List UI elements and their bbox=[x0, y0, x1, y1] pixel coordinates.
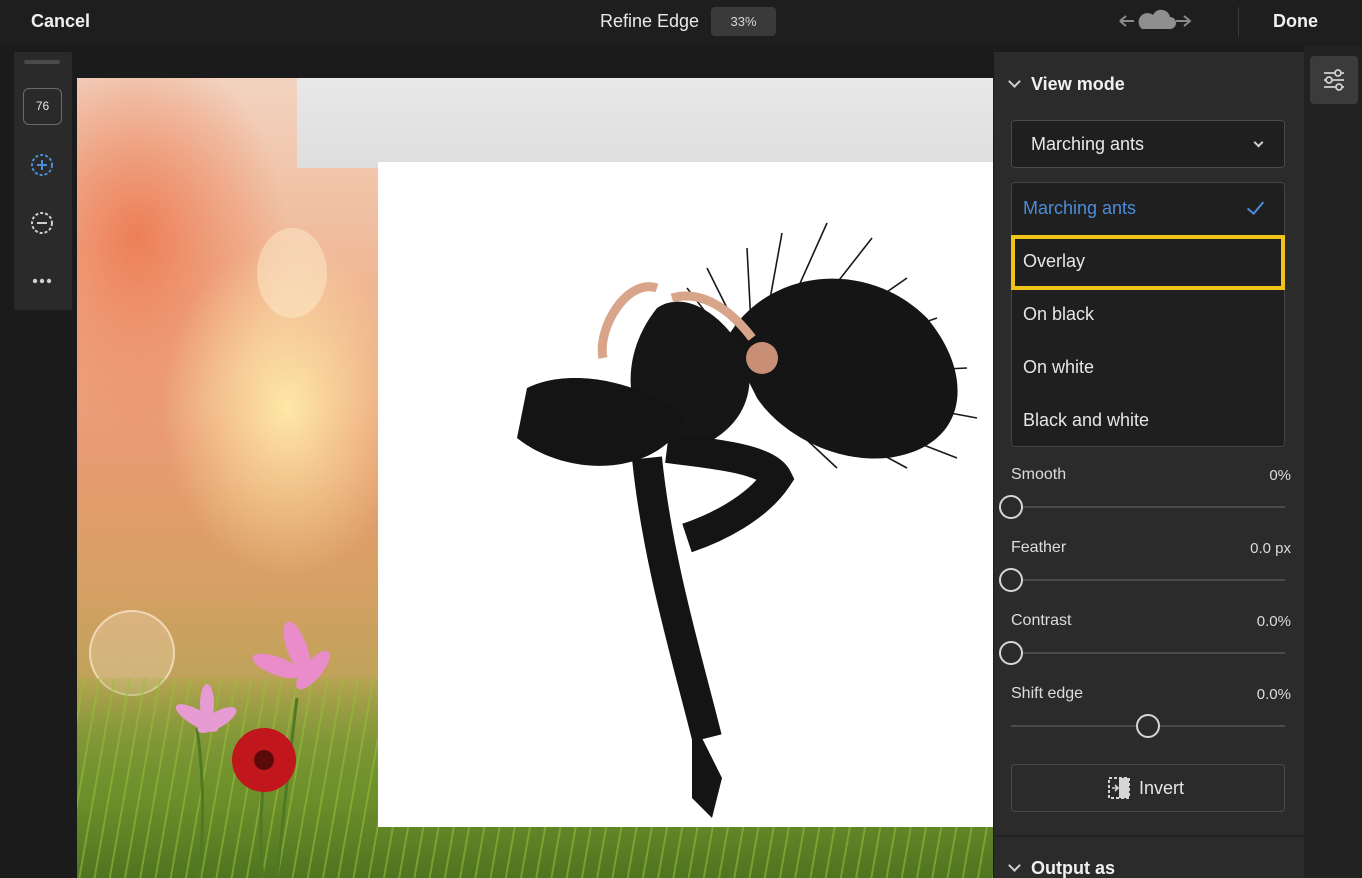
bokeh-light bbox=[257, 228, 327, 318]
menu-item-black-and-white[interactable]: Black and white bbox=[1012, 395, 1284, 448]
smooth-label: Smooth bbox=[1011, 466, 1067, 483]
menu-item-label: On black bbox=[1023, 304, 1095, 324]
shift-edge-slider-thumb[interactable] bbox=[1136, 714, 1160, 738]
chevron-down-icon bbox=[1008, 75, 1021, 88]
feather-slider-thumb[interactable] bbox=[999, 568, 1023, 592]
top-bar-divider bbox=[1238, 7, 1239, 37]
tool-rail: 76 bbox=[14, 52, 72, 310]
feather-value: 0.0 px bbox=[1250, 540, 1291, 557]
view-mode-selected: Marching ants bbox=[1031, 134, 1145, 154]
invert-button[interactable]: Invert bbox=[1011, 764, 1285, 812]
invert-icon bbox=[1108, 777, 1130, 799]
invert-label: Invert bbox=[1139, 777, 1185, 798]
smooth-value: 0% bbox=[1269, 467, 1291, 484]
menu-item-overlay[interactable]: Overlay bbox=[1011, 235, 1285, 290]
contrast-slider-thumb[interactable] bbox=[999, 641, 1023, 665]
adjustments-button[interactable] bbox=[1310, 56, 1358, 104]
menu-item-label: Marching ants bbox=[1023, 198, 1137, 218]
menu-item-on-black[interactable]: On black bbox=[1012, 289, 1284, 342]
menu-item-label: On white bbox=[1023, 357, 1095, 377]
dancer-subject bbox=[517, 222, 978, 818]
refine-edge-panel: View mode Marching ants Marching ants Ov… bbox=[994, 52, 1304, 878]
shift-edge-label: Shift edge bbox=[1011, 685, 1084, 702]
zoom-level-badge[interactable]: 33% bbox=[711, 7, 776, 36]
menu-item-label: Overlay bbox=[1023, 251, 1086, 271]
cancel-button[interactable]: Cancel bbox=[31, 11, 90, 32]
shift-edge-slider[interactable] bbox=[1011, 714, 1285, 738]
shift-edge-value: 0.0% bbox=[1256, 686, 1291, 703]
view-mode-menu: Marching ants Overlay On black On white … bbox=[1011, 182, 1285, 447]
view-mode-heading: View mode bbox=[1031, 74, 1125, 94]
menu-item-marching-ants[interactable]: Marching ants bbox=[1012, 183, 1284, 236]
rail-drag-handle[interactable] bbox=[24, 60, 60, 64]
feather-slider[interactable] bbox=[999, 568, 1285, 592]
top-bar: Cancel Refine Edge 33% Done bbox=[0, 0, 1362, 46]
smooth-slider[interactable] bbox=[999, 495, 1285, 519]
chevron-down-icon bbox=[1008, 859, 1021, 872]
feather-label: Feather bbox=[1011, 539, 1067, 556]
output-as-section-toggle[interactable]: Output as bbox=[1008, 858, 1115, 878]
subtract-from-selection-icon[interactable] bbox=[28, 209, 56, 237]
menu-item-label: Black and white bbox=[1023, 410, 1150, 430]
checkmark-icon bbox=[1246, 196, 1265, 216]
add-to-selection-icon[interactable] bbox=[28, 151, 56, 179]
background-haze bbox=[297, 78, 993, 168]
brush-size-button[interactable]: 76 bbox=[23, 88, 62, 125]
flowers-illustration bbox=[175, 621, 330, 878]
right-tool-strip bbox=[1304, 46, 1362, 878]
contrast-value: 0.0% bbox=[1256, 613, 1291, 630]
image-canvas[interactable] bbox=[77, 78, 993, 878]
contrast-label: Contrast bbox=[1011, 612, 1072, 629]
smooth-slider-thumb[interactable] bbox=[999, 495, 1023, 519]
sliders-icon bbox=[1324, 69, 1344, 91]
more-options-icon[interactable] bbox=[28, 267, 56, 295]
view-mode-section-toggle[interactable]: View mode bbox=[1008, 74, 1125, 95]
done-button[interactable]: Done bbox=[1273, 11, 1318, 32]
chevron-down-icon bbox=[1253, 137, 1264, 148]
output-as-heading: Output as bbox=[1031, 858, 1115, 878]
page-title: Refine Edge bbox=[600, 11, 700, 31]
contrast-slider[interactable] bbox=[999, 641, 1285, 665]
view-mode-dropdown[interactable]: Marching ants bbox=[1011, 120, 1285, 168]
menu-item-on-white[interactable]: On white bbox=[1012, 342, 1284, 395]
cloud-sync-icon[interactable] bbox=[1116, 7, 1196, 35]
panel-divider bbox=[994, 835, 1304, 837]
